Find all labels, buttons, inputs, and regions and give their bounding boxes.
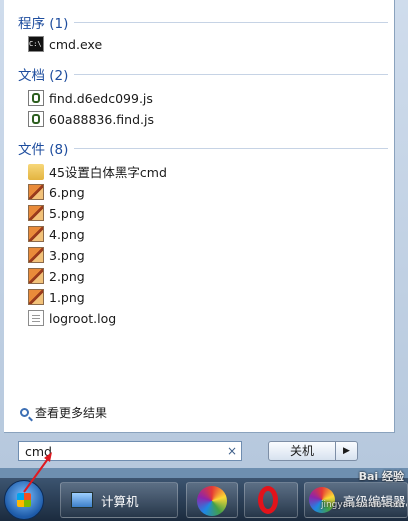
annotation-arrow-icon	[23, 452, 52, 493]
watermark-logo: Bai 经验	[358, 470, 404, 483]
watermark-url: jingyan.baidu.com	[320, 500, 404, 510]
